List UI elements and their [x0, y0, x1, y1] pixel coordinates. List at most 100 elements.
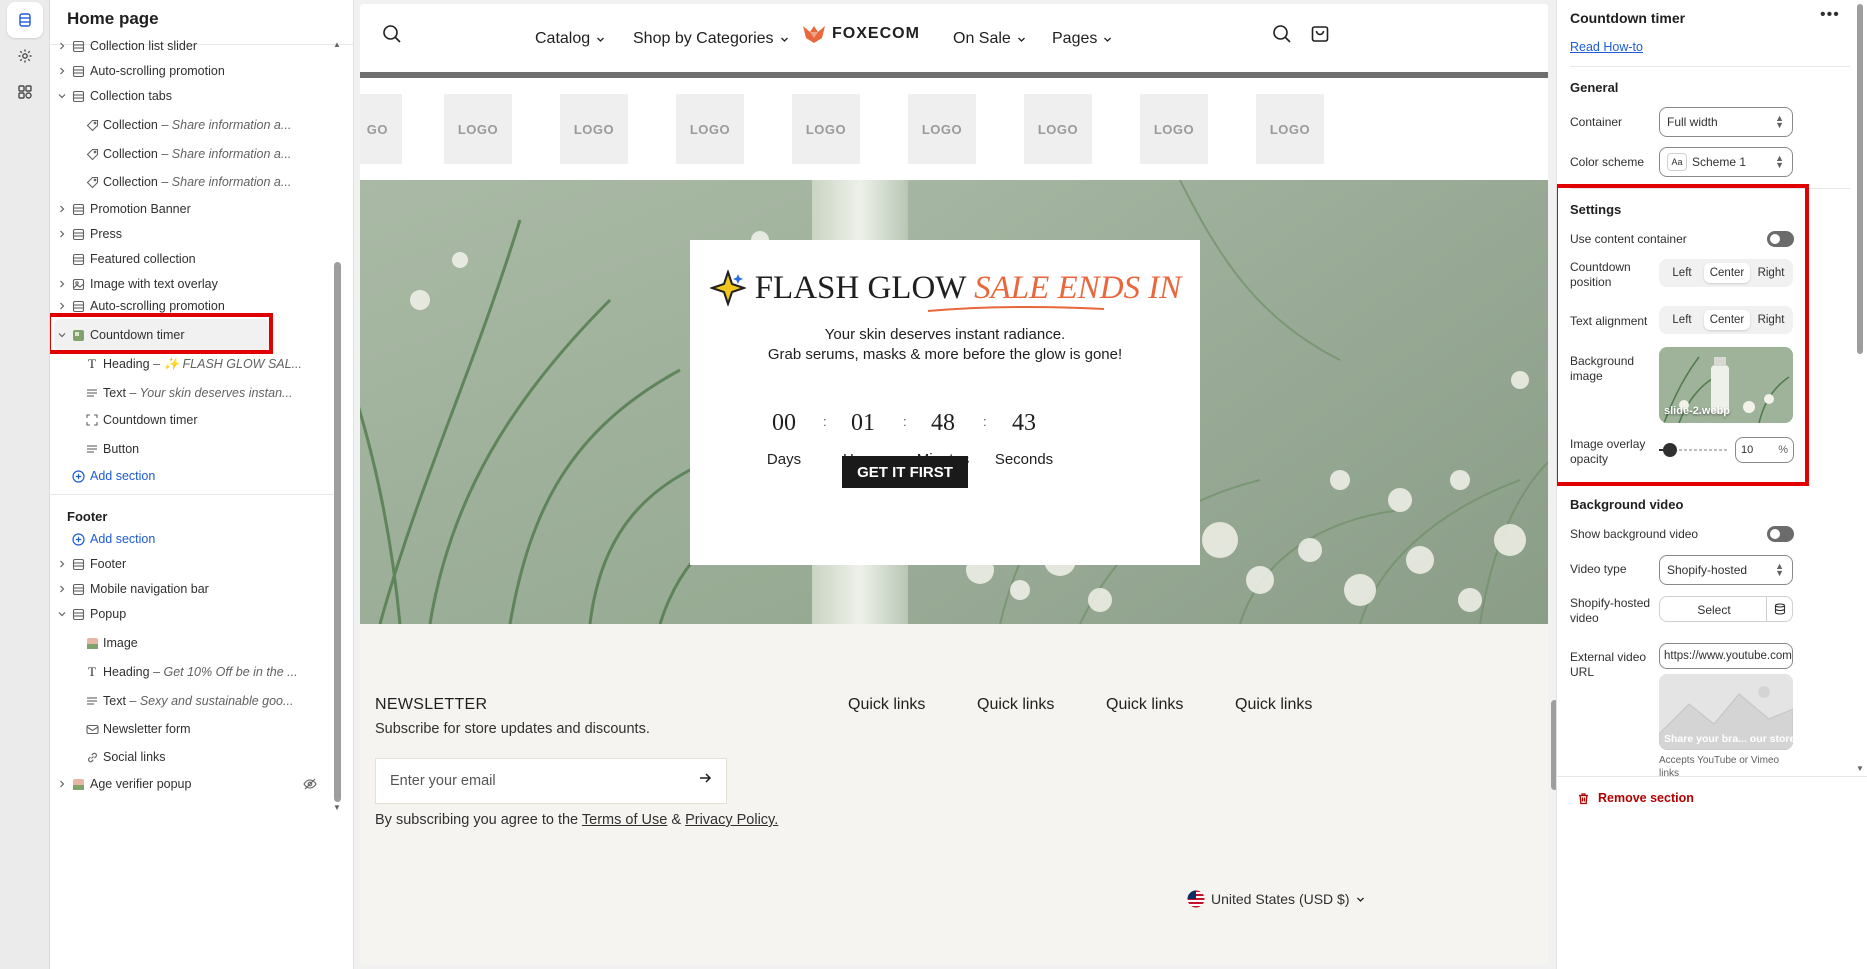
section-collection-tabs[interactable]: Collection tabs: [50, 82, 340, 110]
nav-shop-by-categories[interactable]: Shop by Categories: [633, 30, 789, 48]
general-heading: General: [1570, 80, 1619, 95]
countdown-seconds-value: 43: [1012, 410, 1036, 436]
scroll-up-arrow-icon[interactable]: ▲: [333, 40, 341, 49]
section-label: Image with text overlay: [90, 277, 218, 291]
video-placeholder[interactable]: Share your bra... our store: [1659, 674, 1793, 750]
add-section-button[interactable]: Add section: [50, 462, 340, 490]
terms-of-use-link[interactable]: Terms of Use: [582, 812, 667, 828]
nav-catalog[interactable]: Catalog: [535, 30, 605, 48]
chevron-right-icon[interactable]: [56, 228, 68, 240]
video-type-select[interactable]: Shopify-hosted ▲ ▼: [1659, 555, 1793, 585]
chevron-right-icon[interactable]: [56, 300, 68, 312]
section-icon: [70, 251, 86, 267]
plus-circle-icon: [70, 531, 86, 547]
brand-logo: LOGO: [560, 94, 628, 164]
section-label: Popup: [90, 607, 127, 621]
cart-icon[interactable]: [1310, 24, 1330, 47]
section-press[interactable]: Press: [50, 220, 340, 248]
select-video-button[interactable]: Select: [1659, 596, 1793, 622]
select-label: Select: [1697, 603, 1731, 617]
container-select[interactable]: Full width ▲ ▼: [1659, 107, 1793, 137]
paragraph-icon: [84, 693, 100, 709]
external-url-input[interactable]: https://www.youtube.com: [1659, 643, 1793, 669]
section-icon: [70, 226, 86, 242]
arrow-right-icon[interactable]: [698, 771, 712, 788]
quick-links-heading[interactable]: Quick links: [977, 696, 1054, 714]
newsletter-title: NEWSLETTER: [375, 696, 488, 713]
section-popup[interactable]: Popup: [50, 600, 340, 628]
chevron-right-icon[interactable]: [56, 558, 68, 570]
section-collection-list-slider[interactable]: Collection list slider: [50, 32, 340, 60]
nav-pages[interactable]: Pages: [1052, 30, 1112, 48]
privacy-policy-link[interactable]: Privacy Policy.: [685, 812, 778, 828]
countdown-hero[interactable]: FLASH GLOW SALE ENDS IN Your skin deserv…: [360, 180, 1548, 624]
nav-on-sale[interactable]: On Sale: [953, 30, 1026, 48]
highlight-box: [50, 313, 273, 354]
email-field[interactable]: Enter your email: [375, 758, 727, 804]
scroll-down-arrow-icon[interactable]: ▼: [1856, 764, 1864, 773]
section-promotion-banner[interactable]: Promotion Banner: [50, 195, 340, 223]
remove-section-button[interactable]: Remove section: [1577, 791, 1694, 805]
chevron-right-icon[interactable]: [56, 778, 68, 790]
more-options-icon[interactable]: •••: [1820, 6, 1840, 24]
footer-group-title: Footer: [67, 509, 108, 524]
paragraph-icon: [84, 385, 100, 401]
block-text[interactable]: Text – Sexy and sustainable goo...: [50, 687, 340, 715]
section-featured-collection[interactable]: Featured collection: [50, 245, 340, 273]
block-text[interactable]: Text – Your skin deserves instan...: [50, 379, 340, 407]
eye-off-icon[interactable]: [302, 776, 318, 792]
quick-links-heading[interactable]: Quick links: [848, 696, 925, 714]
block-button[interactable]: Button: [50, 435, 340, 463]
block-heading[interactable]: T Heading – ✨ FLASH GLOW SAL...: [50, 350, 340, 378]
settings-scrollbar[interactable]: [1857, 4, 1863, 354]
chevron-right-icon[interactable]: [56, 583, 68, 595]
block-collection[interactable]: Collection – Share information a...: [50, 168, 340, 196]
gear-icon[interactable]: [7, 38, 43, 74]
block-label: Collection – Share information a...: [103, 175, 292, 189]
block-heading[interactable]: T Heading – Get 10% Off be in the ...: [50, 658, 340, 686]
database-icon[interactable]: [1766, 597, 1792, 621]
color-scheme-select[interactable]: Aa Scheme 1 ▲ ▼: [1659, 147, 1793, 177]
section-age-verifier-popup[interactable]: Age verifier popup: [50, 770, 340, 798]
brand-logo: GO: [360, 94, 402, 164]
page-title: Home page: [67, 9, 159, 28]
search-icon[interactable]: [1272, 24, 1292, 47]
section-image-with-text-overlay[interactable]: Image with text overlay: [50, 270, 340, 298]
chevron-right-icon[interactable]: [56, 40, 68, 52]
show-bg-video-toggle[interactable]: [1767, 526, 1794, 542]
hero-heading[interactable]: FLASH GLOW SALE ENDS IN: [690, 268, 1200, 308]
chevron-right-icon[interactable]: [56, 278, 68, 290]
brand-logo: LOGO: [1024, 94, 1092, 164]
section-footer[interactable]: Footer: [50, 550, 340, 578]
block-countdown-timer[interactable]: Countdown timer: [50, 406, 340, 434]
block-image[interactable]: Image: [50, 629, 340, 657]
add-section-button[interactable]: Add section: [50, 525, 340, 553]
image-section-icon: [70, 276, 86, 292]
search-icon[interactable]: [382, 24, 402, 47]
quick-links-heading[interactable]: Quick links: [1106, 696, 1183, 714]
block-newsletter-form[interactable]: Newsletter form: [50, 715, 340, 743]
left-panel-scrollbar[interactable]: [334, 262, 341, 802]
block-collection[interactable]: Collection – Share information a...: [50, 111, 340, 139]
chevron-down-icon[interactable]: [56, 608, 68, 620]
chevron-right-icon[interactable]: [56, 203, 68, 215]
container-value: Full width: [1667, 115, 1718, 129]
section-auto-scrolling-promotion[interactable]: Auto-scrolling promotion: [50, 57, 340, 85]
section-mobile-navigation-bar[interactable]: Mobile navigation bar: [50, 575, 340, 603]
get-it-first-button[interactable]: GET IT FIRST: [842, 456, 968, 488]
chevron-down-icon[interactable]: [56, 90, 68, 102]
chevron-right-icon[interactable]: [56, 65, 68, 77]
shopify-video-label: Shopify-hosted video: [1570, 596, 1651, 625]
apps-icon[interactable]: [7, 74, 43, 110]
scroll-down-arrow-icon[interactable]: ▼: [333, 803, 341, 812]
settings-footer: Remove section: [1557, 776, 1867, 816]
block-label: Image: [103, 636, 138, 650]
country-selector[interactable]: United States (USD $): [1187, 890, 1365, 908]
block-social-links[interactable]: Social links: [50, 743, 340, 771]
quick-links-heading[interactable]: Quick links: [1235, 696, 1312, 714]
trash-icon: [1579, 792, 1588, 804]
store-logo[interactable]: FOXECOM: [802, 24, 920, 44]
block-collection[interactable]: Collection – Share information a...: [50, 140, 340, 168]
read-how-to-link[interactable]: Read How-to: [1570, 40, 1643, 54]
sections-icon[interactable]: [7, 2, 43, 38]
